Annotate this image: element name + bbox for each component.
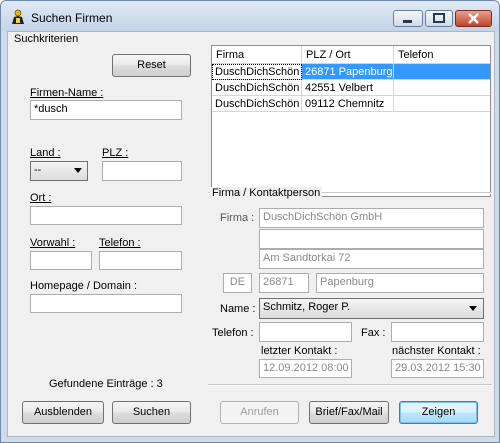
search-companies-window: Suchen Firmen Suchkriterien Reset Firmen… [0,0,500,443]
next-contact-field[interactable]: 29.03.2012 15:30 [391,359,484,378]
letter-fax-mail-button[interactable]: Brief/Fax/Mail [309,401,389,424]
table-cell-plz-ort: 42551 Velbert [302,80,394,96]
close-button[interactable] [455,10,492,27]
telefon-contact-input[interactable] [259,322,352,342]
found-entries-text: Gefundene Einträge : 3 [49,378,163,390]
search-criteria-title: Suchkriterien [12,33,81,45]
show-button[interactable]: Zeigen [399,401,478,424]
fax-input[interactable] [391,322,484,342]
dialog-body: Suchkriterien Reset Firmen-Name : *dusch… [7,31,495,437]
window-title: Suchen Firmen [31,11,113,25]
maximize-icon [433,13,445,23]
land-select-value: -- [34,164,42,176]
close-icon [468,13,479,24]
hide-button[interactable]: Ausblenden [22,401,104,424]
search-button[interactable]: Suchen [112,401,191,424]
call-button[interactable]: Anrufen [220,401,299,424]
name-label: Name : [220,303,256,315]
telefon-contact-label: Telefon : [212,327,254,339]
name-select[interactable]: Schmitz, Roger P. [259,298,484,319]
firma-line1-field[interactable]: DuschDichSchön GmbH [259,208,484,228]
name-select-value: Schmitz, Roger P. [263,301,351,313]
table-cell-telefon [394,80,490,96]
table-cell-plz-ort: 09112 Chemnitz [302,96,394,112]
firmenname-label: Firmen-Name : [30,87,104,99]
homepage-input[interactable] [30,294,182,313]
chevron-down-icon [469,306,477,311]
reset-button[interactable]: Reset [112,54,191,77]
land-label: Land : [30,147,61,159]
column-header-plz-ort[interactable]: PLZ / Ort [302,46,394,64]
minimize-icon [403,20,412,23]
firmenname-input[interactable]: *dusch [30,100,182,120]
table-cell-firma: DuschDichSchön [212,96,302,112]
last-contact-label: letzter Kontakt : [261,345,338,357]
maximize-button[interactable] [425,10,453,27]
table-row[interactable]: DuschDichSchön 26871 Papenburg [212,64,490,80]
vorwahl-input[interactable] [30,251,92,270]
last-contact-field[interactable]: 12.09.2012 08:00 [259,359,352,378]
plz-input[interactable] [102,161,182,181]
homepage-label: Homepage / Domain : [30,280,137,292]
table-cell-firma: DuschDichSchön [212,80,302,96]
table-cell-firma: DuschDichSchön [212,64,302,80]
title-bar[interactable]: Suchen Firmen [1,1,499,31]
minimize-button[interactable] [393,10,423,27]
street-field[interactable]: Am Sandtorkai 72 [259,249,484,269]
ort-label: Ort : [30,192,52,204]
zip-field[interactable]: 26871 [259,273,309,293]
firma-line2-field[interactable] [259,229,484,249]
plz-label: PLZ : [102,147,129,159]
next-contact-label: nächster Kontakt : [392,345,481,357]
city-field[interactable]: Papenburg [316,273,484,293]
table-row[interactable]: DuschDichSchön 42551 Velbert [212,80,490,96]
table-cell-telefon [394,96,490,112]
app-icon [12,9,24,24]
fax-label: Fax : [361,327,386,339]
country-field[interactable]: DE [223,273,252,293]
firma-label: Firma : [220,212,255,224]
bottom-separator [208,384,492,386]
chevron-down-icon [74,168,82,173]
telefon-search-label: Telefon : [99,237,141,249]
table-cell-plz-ort: 26871 Papenburg [302,64,394,80]
ort-input[interactable] [30,206,182,225]
land-select[interactable]: -- [30,161,88,181]
column-header-firma[interactable]: Firma [212,46,302,64]
vorwahl-label: Vorwahl : [30,237,76,249]
results-table[interactable]: Firma PLZ / Ort Telefon DuschDichSchön 2… [211,45,491,197]
column-header-telefon[interactable]: Telefon [394,46,490,64]
contact-group-title: Firma / Kontaktperson [210,187,323,199]
telefon-search-input[interactable] [99,251,182,270]
table-cell-telefon [394,64,490,80]
table-row[interactable]: DuschDichSchön 09112 Chemnitz [212,96,490,112]
